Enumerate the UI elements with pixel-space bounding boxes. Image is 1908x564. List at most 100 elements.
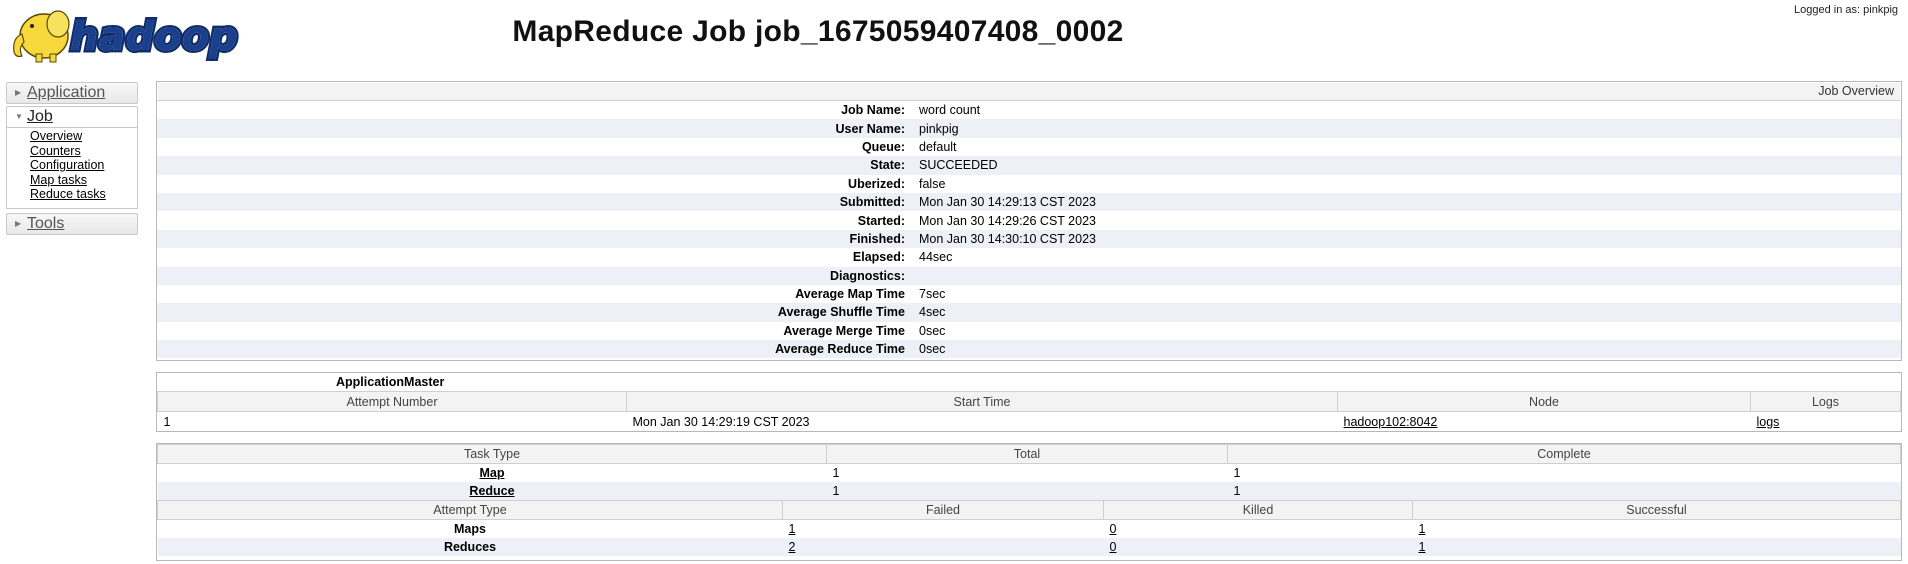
overview-value: Mon Jan 30 14:30:10 CST 2023 [919, 231, 1096, 246]
killed-cell: 0 [1104, 538, 1413, 556]
overview-value: pinkpig [919, 121, 959, 136]
column-header-logs[interactable]: Logs [1750, 391, 1901, 412]
overview-value: 44sec [919, 250, 953, 265]
column-header-start-time[interactable]: Start Time [626, 391, 1338, 412]
overview-value: Mon Jan 30 14:29:26 CST 2023 [919, 213, 1096, 228]
table-row: Maps 1 0 1 [158, 520, 1901, 539]
nav-link-map-tasks[interactable]: Map tasks [30, 173, 137, 188]
logs-link[interactable]: logs [1757, 415, 1780, 429]
reduce-tasks-link[interactable]: Reduce [469, 484, 514, 498]
page-title: MapReduce Job job_1675059407408_0002 [512, 15, 1124, 48]
overview-row: State: SUCCEEDED [157, 156, 1901, 175]
overview-row: Uberized: false [157, 175, 1901, 193]
failed-cell: 2 [783, 538, 1104, 556]
column-header-attempt-type: Attempt Type [157, 500, 783, 520]
nav-link-reduce-tasks[interactable]: Reduce tasks [30, 187, 137, 202]
job-overview-title: Job Overview [157, 82, 1901, 101]
successful-cell: 1 [1413, 538, 1901, 556]
attempt-type-cell: Reduces [443, 540, 497, 554]
overview-key: State: [870, 158, 905, 173]
overview-key: Average Shuffle Time [777, 305, 905, 320]
overview-value [915, 267, 1901, 285]
reduces-successful-link[interactable]: 1 [1419, 540, 1426, 554]
nav-link-overview[interactable]: Overview [30, 129, 137, 144]
overview-value: 0sec [919, 323, 946, 338]
maps-successful-link[interactable]: 1 [1419, 522, 1426, 536]
successful-cell: 1 [1413, 520, 1901, 539]
overview-row: Average Reduce Time 0sec [157, 340, 1901, 359]
table-row: Reduces 2 0 1 [157, 538, 1901, 556]
overview-row: Average Map Time 7sec [157, 285, 1901, 303]
task-total-cell: 1 [832, 484, 840, 498]
overview-key: Average Map Time [795, 287, 905, 302]
overview-value: Mon Jan 30 14:29:13 CST 2023 [919, 195, 1096, 210]
column-header-node[interactable]: Node [1337, 391, 1751, 412]
attempt-type-cell: Maps [454, 522, 486, 536]
application-master-panel: ApplicationMaster Attempt Number Start T… [156, 372, 1902, 432]
nav-tools-header[interactable]: ▶ Tools [6, 212, 138, 235]
attempt-type-table: Attempt Type Failed Killed Successful Ma… [157, 500, 1901, 556]
nav-job-header[interactable]: ▼ Job [6, 106, 138, 128]
column-header-attempt-number[interactable]: Attempt Number [157, 391, 627, 412]
overview-value: 7sec [919, 287, 946, 302]
killed-cell: 0 [1104, 520, 1413, 539]
logs-cell: logs [1751, 412, 1901, 432]
overview-key: Finished: [849, 231, 905, 246]
job-overview-panel: Job Overview Job Name: word count User Na… [156, 81, 1902, 361]
nav-job-panel: Overview Counters Configuration Map task… [6, 127, 138, 209]
overview-value: 0sec [919, 342, 946, 357]
column-header-task-type: Task Type [157, 444, 827, 464]
overview-key: Started: [857, 213, 905, 228]
overview-key: Submitted: [839, 195, 905, 210]
column-header-complete: Complete [1227, 444, 1901, 464]
task-type-table: Task Type Total Complete Map 1 1 Reduce … [157, 444, 1901, 500]
table-row: 1 Mon Jan 30 14:29:19 CST 2023 hadoop102… [158, 412, 1901, 432]
nav-application-label: Application [27, 84, 106, 101]
overview-row: Average Shuffle Time 4sec [157, 303, 1901, 322]
nav-link-configuration[interactable]: Configuration [30, 158, 137, 173]
maps-killed-link[interactable]: 0 [1110, 522, 1117, 536]
logged-in-user: Logged in as: pinkpig [1794, 4, 1898, 16]
reduces-killed-link[interactable]: 0 [1110, 540, 1117, 554]
nav-application-header[interactable]: ▶ Application [6, 82, 138, 104]
overview-row: Diagnostics: [157, 266, 1901, 285]
nav-job-label: Job [27, 108, 53, 125]
overview-value: SUCCEEDED [919, 158, 998, 173]
task-type-cell: Reduce [158, 482, 827, 500]
overview-key: Elapsed: [852, 250, 905, 265]
application-master-table: Attempt Number Start Time Node Logs 1 Mo… [157, 391, 1901, 431]
task-type-cell: Map [158, 464, 827, 483]
application-master-title: ApplicationMaster [336, 375, 445, 389]
node-link[interactable]: hadoop102:8042 [1344, 415, 1438, 429]
failed-cell: 1 [783, 520, 1104, 539]
overview-key: Uberized: [848, 176, 905, 191]
start-time-cell: Mon Jan 30 14:29:19 CST 2023 [632, 414, 810, 429]
overview-key: Average Merge Time [783, 323, 905, 338]
overview-row: Average Merge Time 0sec [157, 322, 1901, 340]
nav-tools-label: Tools [27, 214, 65, 232]
triangle-right-icon: ▶ [15, 218, 22, 228]
overview-row: Elapsed: 44sec [157, 248, 1901, 266]
job-overview-table: Job Name: word count User Name: pinkpig Qu… [157, 101, 1901, 359]
overview-key: User Name: [835, 121, 905, 136]
task-complete-cell: 1 [1233, 466, 1241, 480]
task-total-cell: 1 [832, 466, 840, 480]
overview-key: Average Reduce Time [775, 342, 905, 357]
column-header-total: Total [826, 444, 1228, 464]
overview-row: Finished: Mon Jan 30 14:30:10 CST 2023 [157, 229, 1901, 249]
column-header-successful: Successful [1412, 500, 1901, 520]
table-row: Map 1 1 [158, 464, 1901, 483]
node-cell: hadoop102:8042 [1338, 412, 1751, 432]
overview-value: false [919, 176, 946, 191]
overview-row: Job Name: word count [157, 101, 1901, 119]
page-header: hadoop hadoop MapReduce Job job_16750594… [0, 0, 1908, 76]
map-tasks-link[interactable]: Map [480, 466, 505, 480]
overview-value: word count [919, 103, 981, 118]
overview-key: Queue: [861, 139, 905, 154]
reduces-failed-link[interactable]: 2 [789, 540, 796, 554]
overview-row: Submitted: Mon Jan 30 14:29:13 CST 2023 [157, 192, 1901, 212]
triangle-right-icon: ▶ [15, 88, 22, 97]
overview-value: 4sec [919, 305, 946, 320]
nav-link-counters[interactable]: Counters [30, 144, 137, 159]
maps-failed-link[interactable]: 1 [789, 522, 796, 536]
